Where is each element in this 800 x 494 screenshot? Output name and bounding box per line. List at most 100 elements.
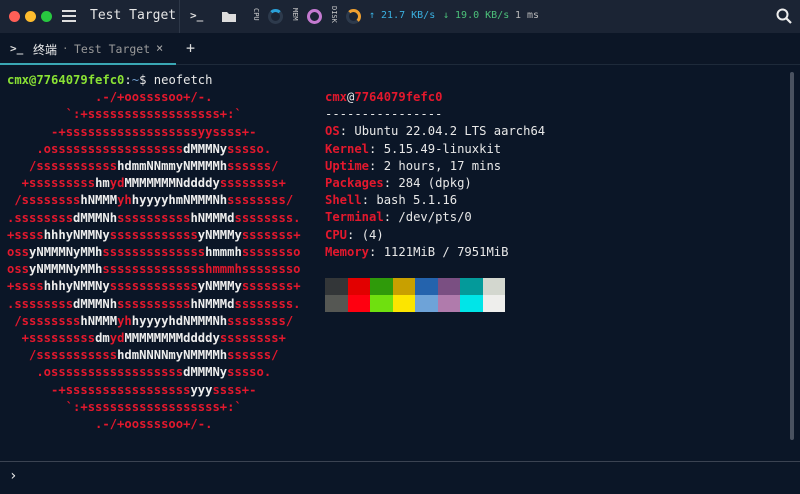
- color-swatch: [392, 278, 415, 295]
- info-key: Terminal: [325, 210, 384, 225]
- color-swatch: [460, 278, 483, 295]
- logo-line: -+sssssssssssssssssyyyssss+-: [7, 382, 257, 397]
- prompt-line: cmx@7764079fefc0:~$ neofetch: [7, 73, 213, 87]
- prompt-path: ~: [131, 73, 140, 87]
- mem-gauge: [307, 9, 322, 24]
- logo-line: +sssshhhyNMMNyssssssssssssyNMMMysssssss+: [7, 279, 301, 294]
- logo-line: +sssssssssdmydMMMMMMMMddddyssssssss+: [7, 331, 286, 346]
- minimize-window-button[interactable]: [25, 11, 36, 22]
- info-key: CPU: [325, 227, 348, 242]
- latency: 1 ms: [515, 10, 540, 21]
- download-speed: ↓ 19.0 KB/s: [443, 10, 510, 21]
- cpu-label: CPU: [252, 8, 260, 21]
- tab-subtitle: Test Target: [74, 42, 151, 56]
- folder-icon[interactable]: [222, 10, 236, 22]
- logo-line: .ssssssssdMMMNhsssssssssshNMMMdssssssss.: [7, 296, 301, 311]
- info-line: Shell: bash 5.1.16: [325, 193, 458, 208]
- logo-line: `:+ssssssssssssssssss+:`: [7, 399, 242, 414]
- color-swatch: [347, 295, 370, 312]
- divider: [0, 461, 800, 462]
- upload-speed: ↑ 21.7 KB/s: [369, 10, 436, 21]
- command-text: neofetch: [153, 73, 213, 87]
- disk-gauge: [346, 9, 361, 24]
- tab-label: 终端: [33, 43, 58, 57]
- ubuntu-ascii-logo: .-/+oossssoo+/-. `:+ssssssssssssssssss+:…: [7, 89, 301, 433]
- search-icon[interactable]: [776, 8, 792, 24]
- logo-line: ossyNMMMNyMMhsssssssssssssshmmmhssssssso: [7, 245, 301, 260]
- disk-label: DISK: [330, 6, 338, 23]
- info-line: CPU: (4): [325, 227, 384, 242]
- color-swatch: [415, 278, 438, 295]
- info-host: 7764079fefc0: [354, 90, 443, 104]
- divider: [179, 0, 180, 33]
- info-line: Memory: 1121MiB / 7951MiB: [325, 244, 509, 259]
- info-key: Memory: [325, 244, 370, 259]
- info-rule: ----------------: [325, 107, 443, 122]
- color-swatch: [370, 278, 393, 295]
- logo-line: .ossssssssssssssssssdMMMNysssso.: [7, 141, 272, 156]
- input-prompt[interactable]: ›: [9, 468, 17, 484]
- info-key: Shell: [325, 193, 362, 208]
- info-value: (4): [361, 227, 384, 242]
- info-line: OS: Ubuntu 22.04.2 LTS aarch64: [325, 124, 546, 139]
- info-line: Terminal: /dev/pts/0: [325, 210, 472, 225]
- logo-line: /ssssssssssshdmNNNNmyNMMMMhssssss/: [7, 348, 279, 363]
- logo-line: ossyNMMMNyMMhsssssssssssssshmmmhssssssso: [7, 262, 301, 277]
- logo-line: `:+ssssssssssssssssss+:`: [7, 107, 242, 122]
- terminal-icon: >_: [10, 42, 24, 55]
- logo-line: /sssssssshNMMMyhhyyyyhdNMMMNhssssssss/: [7, 313, 294, 328]
- info-value: 5.15.49-linuxkit: [383, 141, 502, 156]
- logo-line: +sssshhhyNMMNyssssssssssssyNMMMysssssss+: [7, 227, 301, 242]
- maximize-window-button[interactable]: [41, 11, 52, 22]
- tab-bar: >_ 终端 · Test Target × +: [0, 33, 800, 65]
- info-value: bash 5.1.16: [376, 193, 458, 208]
- logo-line: .ssssssssdMMMNhsssssssssshNMMMdssssssss.: [7, 210, 301, 225]
- color-swatch: [437, 295, 460, 312]
- menu-icon[interactable]: [62, 10, 76, 22]
- info-value: Ubuntu 22.04.2 LTS aarch64: [354, 124, 546, 139]
- color-swatch: [482, 278, 505, 295]
- title-bar: Test Target >_ CPU MEM DISK ↑ 21.7 KB/s …: [0, 0, 800, 33]
- color-palette-bright: [325, 295, 505, 312]
- mem-label: MEM: [291, 8, 299, 21]
- logo-line: /sssssssshNMMMyhhyyyyhmNMMMNhssssssss/: [7, 193, 294, 208]
- color-swatch: [437, 278, 460, 295]
- tab-close-button[interactable]: ×: [156, 41, 163, 55]
- prompt-user: cmx@7764079fefc0: [7, 73, 125, 87]
- logo-line: +ssssssssshmydMMMMMMMNddddyssssssss+: [7, 176, 286, 191]
- info-value: 2 hours, 17 mins: [383, 158, 502, 173]
- color-swatch: [370, 295, 393, 312]
- info-line: Kernel: 5.15.49-linuxkit: [325, 141, 502, 156]
- new-tab-button[interactable]: +: [186, 39, 195, 57]
- color-swatch: [415, 295, 438, 312]
- color-swatch: [347, 278, 370, 295]
- logo-line: /ssssssssssshdmmNNmmyNMMMMhssssss/: [7, 159, 279, 174]
- color-swatch: [325, 295, 348, 312]
- color-swatch: [482, 295, 505, 312]
- info-value: 1121MiB / 7951MiB: [383, 244, 509, 259]
- info-key: Packages: [325, 176, 384, 191]
- terminal-icon[interactable]: >_: [190, 9, 203, 22]
- logo-line: .-/+oossssoo+/-.: [7, 417, 213, 432]
- logo-line: .-/+oossssoo+/-.: [7, 90, 213, 105]
- tab-terminal[interactable]: >_ 终端 · Test Target ×: [0, 33, 176, 65]
- cpu-gauge: [268, 9, 283, 24]
- color-palette-normal: [325, 278, 505, 295]
- color-swatch: [460, 295, 483, 312]
- info-value: /dev/pts/0: [398, 210, 472, 225]
- info-key: OS: [325, 124, 340, 139]
- info-key: Kernel: [325, 141, 370, 156]
- logo-line: -+ssssssssssssssssssyyssss+-: [7, 124, 257, 139]
- logo-line: .ossssssssssssssssssdMMMNysssso.: [7, 365, 272, 380]
- close-window-button[interactable]: [9, 11, 20, 22]
- info-user: cmx: [325, 90, 348, 104]
- color-swatch: [392, 295, 415, 312]
- info-line: Packages: 284 (dpkg): [325, 176, 472, 191]
- info-value: 284 (dpkg): [398, 176, 472, 191]
- window-title: Test Target: [90, 8, 177, 23]
- info-line: Uptime: 2 hours, 17 mins: [325, 158, 502, 173]
- terminal-output: cmx@7764079fefc0:~$ neofetch .-/+oosssso…: [7, 72, 301, 433]
- info-key: Uptime: [325, 158, 370, 173]
- color-swatch: [325, 278, 348, 295]
- scrollbar[interactable]: [790, 72, 794, 440]
